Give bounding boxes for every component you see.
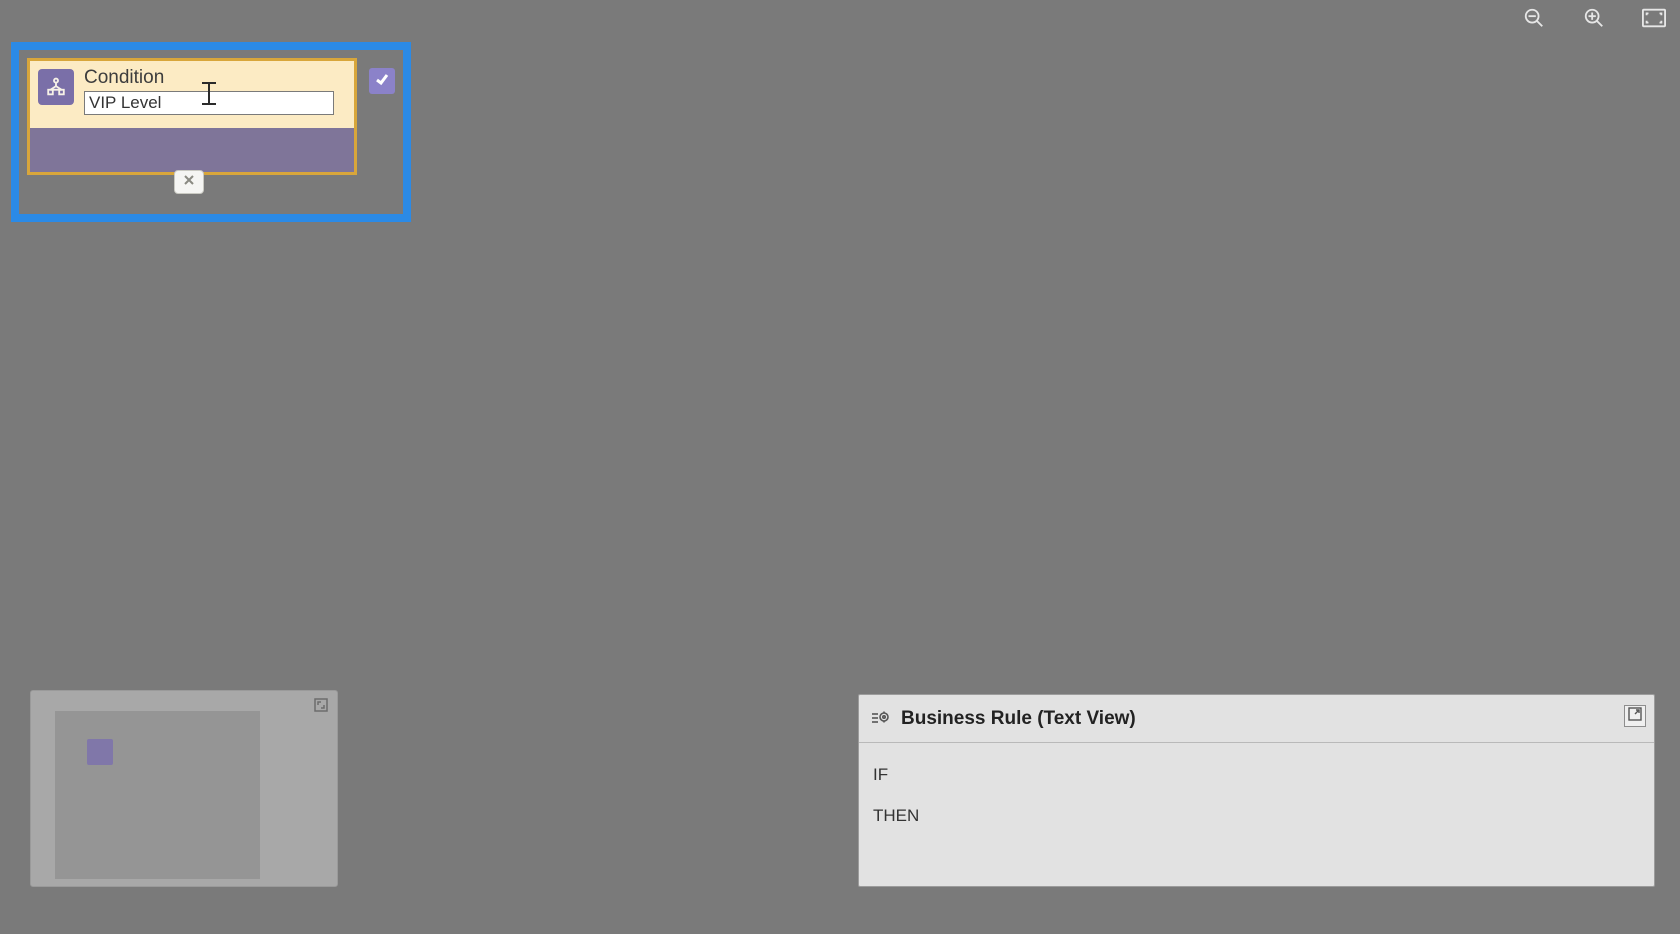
business-rule-text-view-panel: Business Rule (Text View) IF THEN (858, 694, 1655, 887)
checkmark-icon (374, 71, 390, 92)
expand-panel-icon (1628, 707, 1642, 726)
fit-screen-icon (1642, 8, 1666, 33)
rule-designer-canvas[interactable]: Condition (0, 0, 1680, 934)
minimap-viewport[interactable] (55, 711, 260, 879)
canvas-toolbar (1520, 6, 1668, 34)
text-view-icon (869, 708, 891, 730)
condition-node-selected[interactable]: Condition (11, 42, 411, 222)
text-view-title: Business Rule (Text View) (901, 708, 1136, 730)
text-view-expand-button[interactable] (1624, 705, 1646, 727)
zoom-out-button[interactable] (1520, 6, 1548, 34)
minimap-panel[interactable] (30, 690, 338, 887)
zoom-in-button[interactable] (1580, 6, 1608, 34)
condition-false-port[interactable] (174, 170, 204, 194)
condition-node[interactable]: Condition (27, 58, 357, 175)
minimap-expand-button[interactable] (311, 697, 331, 717)
condition-node-header: Condition (30, 61, 354, 121)
close-icon (183, 173, 195, 191)
expand-icon (314, 698, 328, 717)
condition-true-port[interactable] (369, 68, 395, 94)
zoom-out-icon (1523, 7, 1545, 34)
condition-node-body (30, 128, 354, 172)
condition-icon (38, 69, 74, 105)
condition-name-input[interactable] (84, 91, 334, 115)
text-view-if-line: IF (873, 755, 1640, 796)
text-view-body: IF THEN (859, 743, 1654, 849)
text-view-then-line: THEN (873, 796, 1640, 837)
zoom-in-icon (1583, 7, 1605, 34)
fit-to-screen-button[interactable] (1640, 6, 1668, 34)
minimap-condition-node (87, 739, 113, 765)
condition-node-type-label: Condition (84, 67, 346, 89)
text-view-header: Business Rule (Text View) (859, 695, 1654, 743)
